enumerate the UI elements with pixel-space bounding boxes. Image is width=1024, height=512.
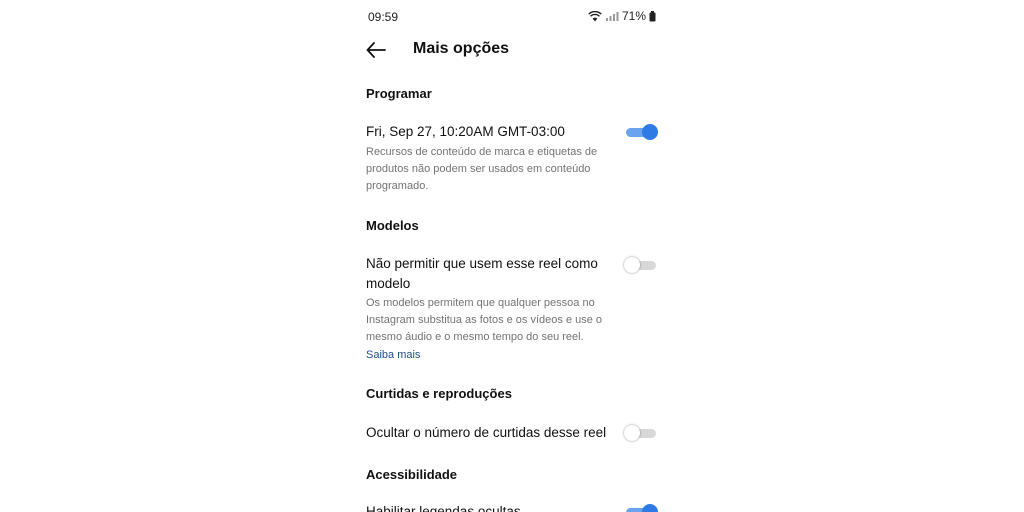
schedule-toggle[interactable]	[624, 123, 658, 141]
hide-likes-title: Ocultar o número de curtidas desse reel	[366, 425, 607, 440]
schedule-description: Recursos de conteúdo de marca e etiqueta…	[366, 146, 598, 192]
back-button[interactable]	[364, 38, 388, 62]
closed-captions-toggle[interactable]	[624, 503, 658, 512]
wifi-icon	[588, 10, 602, 21]
toggle-knob	[624, 425, 640, 441]
toggle-knob	[642, 124, 658, 140]
template-toggle[interactable]	[624, 256, 658, 274]
header: Mais opções	[352, 32, 672, 68]
status-bar: 09:59 71%	[352, 0, 672, 32]
signal-icon	[605, 11, 619, 21]
closed-captions-title: Habilitar legendas ocultas	[366, 504, 521, 512]
battery-icon	[649, 10, 656, 21]
learn-more-link[interactable]: Saiba mais	[366, 349, 420, 361]
template-description: Os modelos permitem que qualquer pessoa …	[366, 297, 603, 343]
settings-screen: 09:59 71% Mais opções Programar Fri, Sep…	[352, 0, 672, 512]
hide-likes-toggle[interactable]	[624, 424, 658, 442]
schedule-datetime: Fri, Sep 27, 10:20AM GMT-03:00	[366, 124, 565, 139]
section-title-acessibilidade: Acessibilidade	[366, 467, 458, 482]
section-title-modelos: Modelos	[366, 218, 419, 233]
arrow-left-icon	[366, 42, 386, 58]
section-title-curtidas: Curtidas e reproduções	[366, 386, 512, 401]
toggle-knob	[624, 257, 640, 273]
section-title-programar: Programar	[366, 86, 432, 101]
template-option-title: Não permitir que usem esse reel como mod…	[366, 256, 598, 291]
status-icons: 71%	[588, 9, 656, 23]
status-time: 09:59	[368, 10, 399, 24]
page-title: Mais opções	[413, 40, 510, 57]
battery-percentage: 71%	[621, 9, 646, 23]
toggle-knob	[642, 504, 658, 512]
